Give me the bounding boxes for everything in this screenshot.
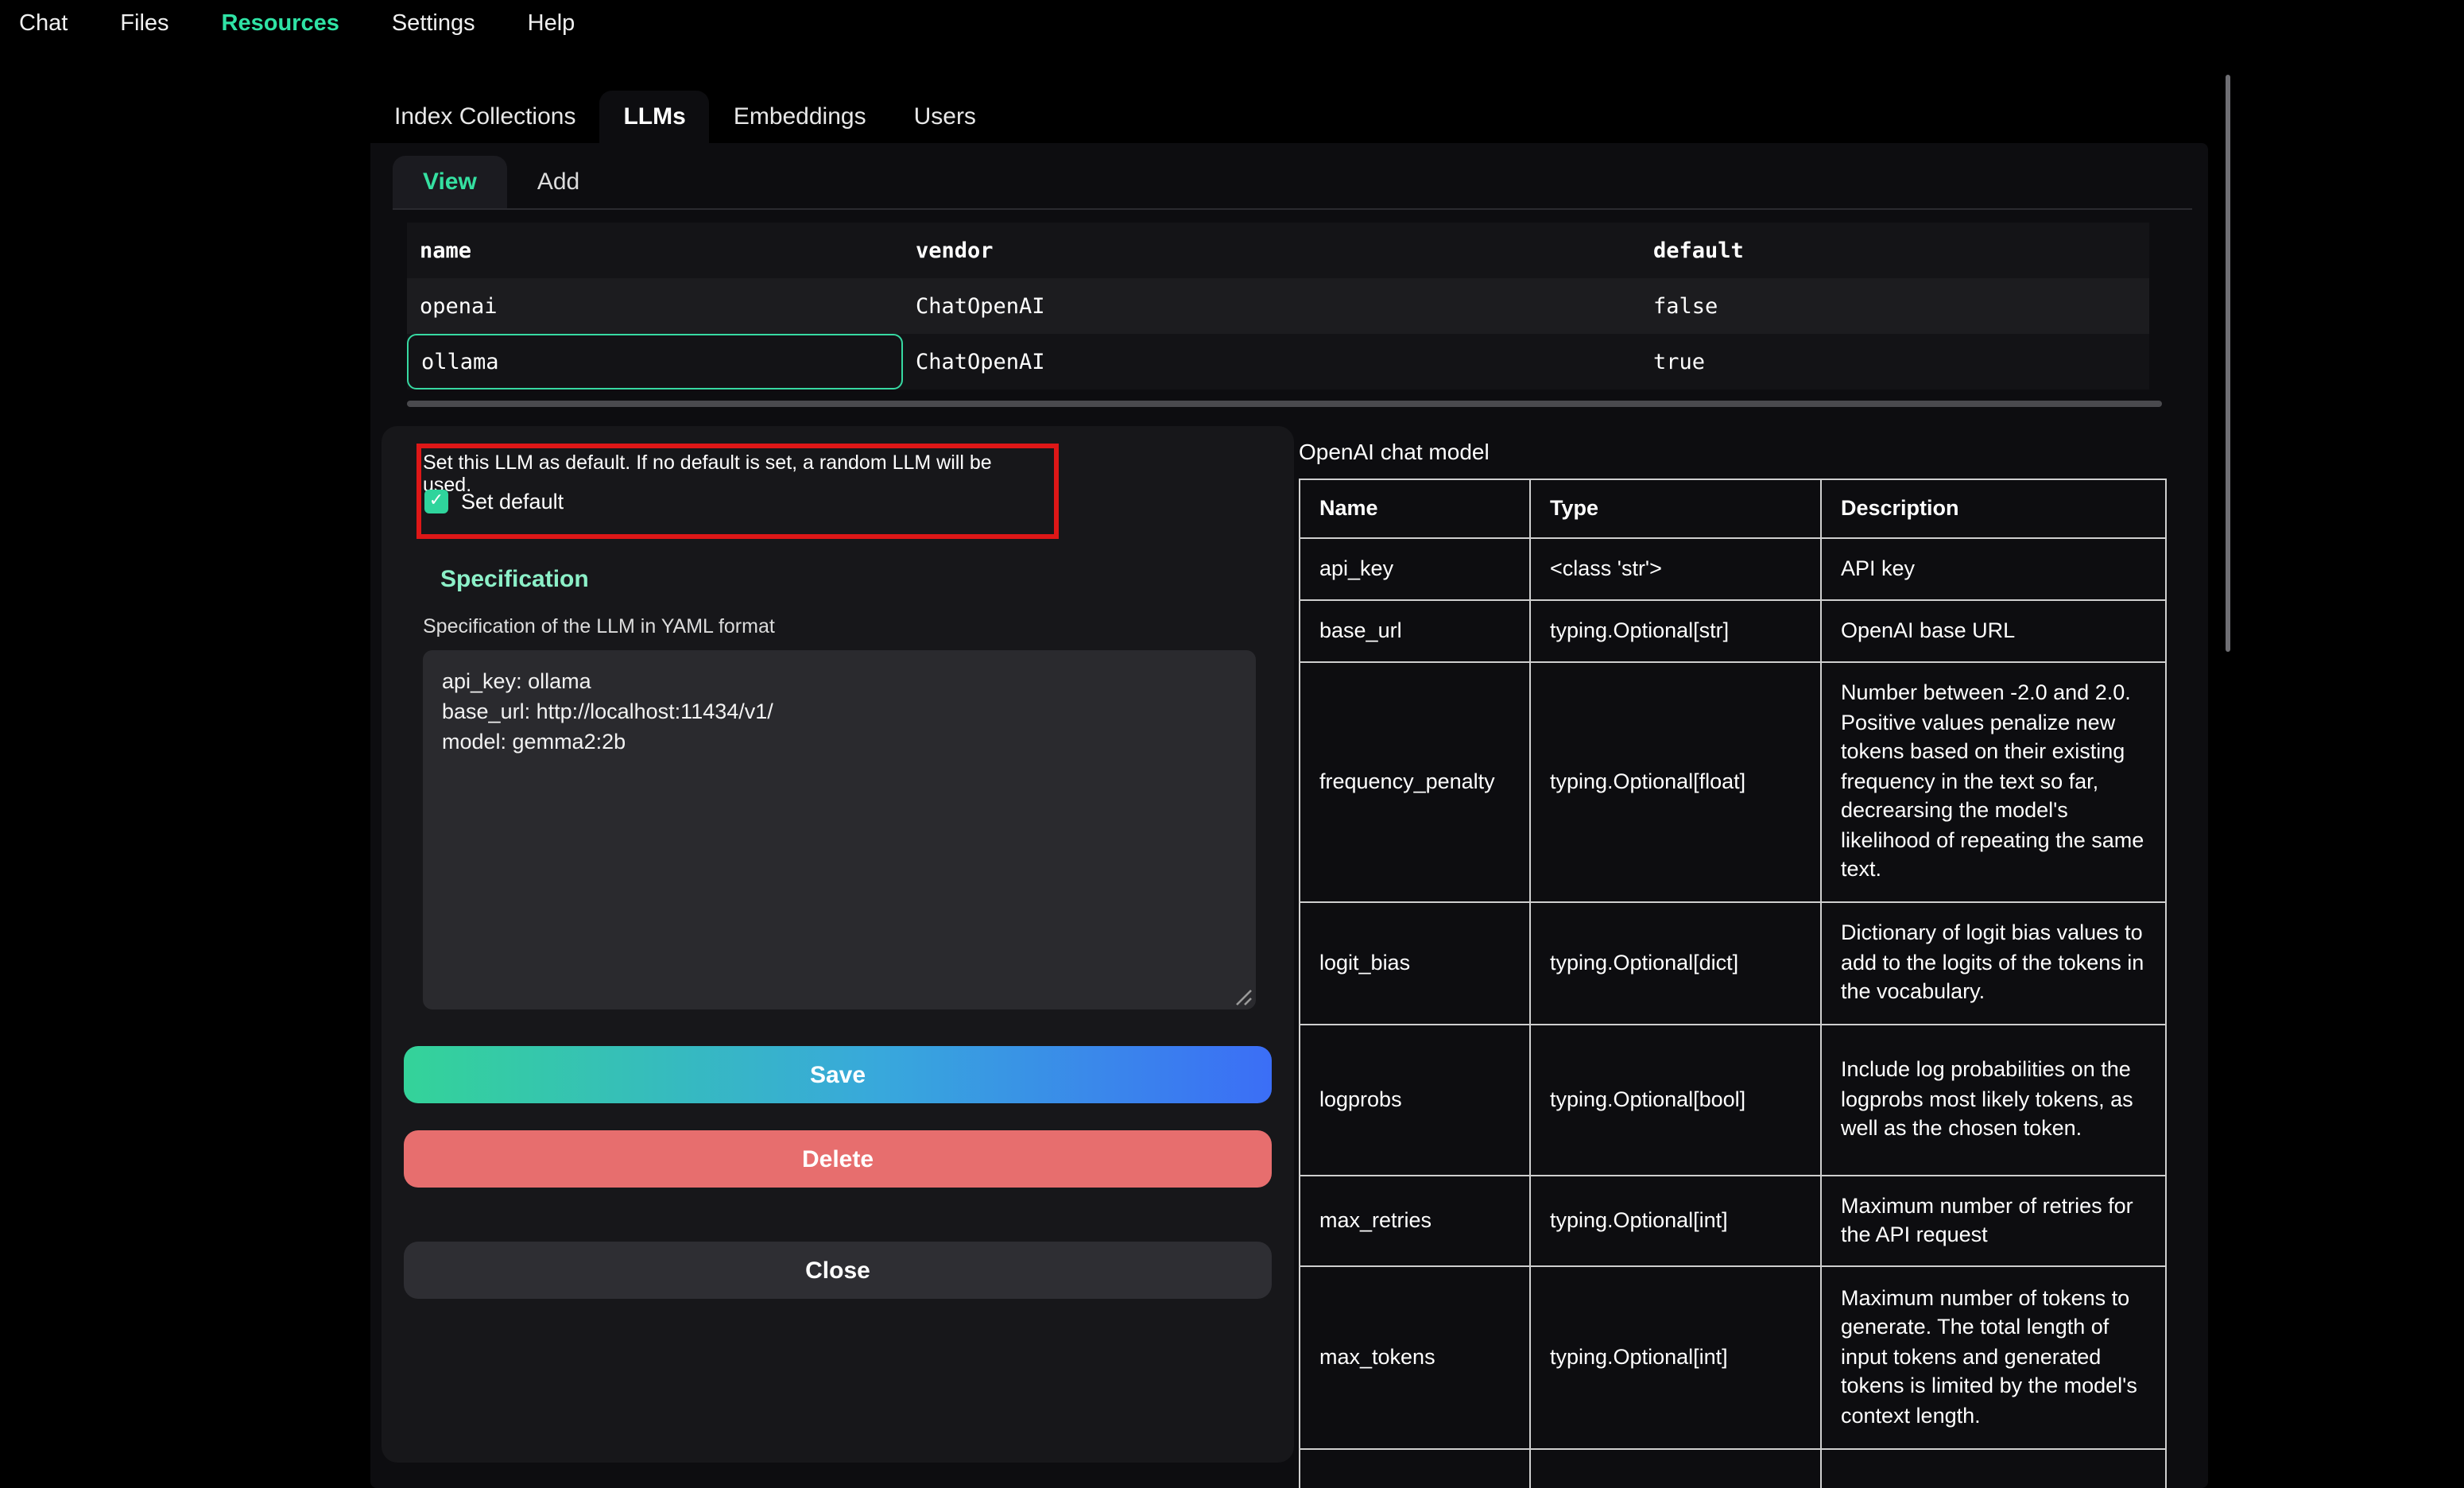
param-name: logit_bias — [1300, 902, 1530, 1025]
param-description: API key — [1821, 538, 2166, 600]
cell-default[interactable]: true — [1641, 334, 2149, 389]
table-horizontal-scrollbar[interactable] — [407, 401, 2162, 407]
column-header-default: default — [1641, 223, 2149, 278]
column-header-type: Type — [1530, 479, 1821, 538]
model-info-title: OpenAI chat model — [1299, 439, 1490, 464]
set-default-checkbox[interactable]: ✓ — [424, 490, 448, 513]
nav-item-help[interactable]: Help — [528, 11, 575, 37]
param-description — [1821, 1449, 2166, 1488]
check-icon: ✓ — [429, 493, 444, 510]
column-header-vendor: vendor — [903, 223, 1641, 278]
param-type — [1530, 1449, 1821, 1488]
column-header-name: Name — [1300, 479, 1530, 538]
column-header-name: name — [407, 223, 903, 278]
table-row: logit_bias typing.Optional[dict] Diction… — [1300, 902, 2166, 1025]
param-name: base_url — [1300, 600, 1530, 662]
specification-yaml-input[interactable]: api_key: ollama base_url: http://localho… — [423, 650, 1256, 1009]
model-table-header-row: Name Type Description — [1300, 479, 2166, 538]
param-name: api_key — [1300, 538, 1530, 600]
tab-llms[interactable]: LLMs — [599, 91, 709, 143]
delete-button[interactable]: Delete — [404, 1130, 1272, 1188]
resources-tab-bar: Index Collections LLMs Embeddings Users — [370, 91, 1000, 143]
subtab-view[interactable]: View — [393, 156, 507, 208]
nav-item-chat[interactable]: Chat — [19, 11, 68, 37]
set-default-label: Set default — [461, 490, 564, 513]
param-type: typing.Optional[dict] — [1530, 902, 1821, 1025]
specification-title: Specification — [440, 566, 589, 593]
param-description: Number between -2.0 and 2.0. Positive va… — [1821, 662, 2166, 902]
param-type: typing.Optional[float] — [1530, 662, 1821, 902]
llm-detail-card: Set this LLM as default. If no default i… — [382, 426, 1294, 1463]
specification-subtitle: Specification of the LLM in YAML format — [423, 615, 775, 637]
llms-subtab-bar: View Add — [393, 156, 610, 208]
model-info-table: Name Type Description api_key <class 'st… — [1299, 479, 2167, 1488]
param-type: typing.Optional[int] — [1530, 1266, 1821, 1449]
set-default-row: ✓ Set default — [424, 490, 564, 513]
tab-index-collections[interactable]: Index Collections — [370, 91, 599, 143]
cell-vendor[interactable]: ChatOpenAI — [903, 334, 1641, 389]
close-button[interactable]: Close — [404, 1242, 1272, 1299]
table-row: api_key <class 'str'> API key — [1300, 538, 2166, 600]
param-name: max_tokens — [1300, 1266, 1530, 1449]
tab-embeddings[interactable]: Embeddings — [710, 91, 890, 143]
llm-table-header-row: name vendor default — [407, 223, 2149, 278]
param-description: Dictionary of logit bias values to add t… — [1821, 902, 2166, 1025]
param-type: typing.Optional[str] — [1530, 600, 1821, 662]
page-scrollbar[interactable] — [2226, 75, 2230, 652]
param-name: logprobs — [1300, 1025, 1530, 1176]
app-window: Chat Files Resources Settings Help Index… — [0, 0, 2464, 1488]
cell-default[interactable]: false — [1641, 278, 2149, 334]
table-row: max_tokens typing.Optional[int] Maximum … — [1300, 1266, 2166, 1449]
llm-list-table: name vendor default openai ChatOpenAI fa… — [407, 223, 2149, 389]
subtab-add[interactable]: Add — [507, 156, 610, 208]
table-row: logprobs typing.Optional[bool] Include l… — [1300, 1025, 2166, 1176]
table-row: base_url typing.Optional[str] OpenAI bas… — [1300, 600, 2166, 662]
table-row: frequency_penalty typing.Optional[float]… — [1300, 662, 2166, 902]
save-button[interactable]: Save — [404, 1046, 1272, 1103]
param-type: <class 'str'> — [1530, 538, 1821, 600]
nav-item-files[interactable]: Files — [120, 11, 169, 37]
table-row — [1300, 1449, 2166, 1488]
param-type: typing.Optional[int] — [1530, 1176, 1821, 1266]
cell-name[interactable]: openai — [407, 278, 903, 334]
param-name: frequency_penalty — [1300, 662, 1530, 902]
param-description: Maximum number of tokens to generate. Th… — [1821, 1266, 2166, 1449]
cell-vendor[interactable]: ChatOpenAI — [903, 278, 1641, 334]
param-description: Maximum number of retries for the API re… — [1821, 1176, 2166, 1266]
param-type: typing.Optional[bool] — [1530, 1025, 1821, 1176]
column-header-description: Description — [1821, 479, 2166, 538]
top-navigation: Chat Files Resources Settings Help — [0, 0, 2464, 48]
subtab-divider — [393, 208, 2192, 210]
param-description: Include log probabilities on the logprob… — [1821, 1025, 2166, 1176]
cell-name-selected[interactable]: ollama — [407, 334, 903, 389]
param-description: OpenAI base URL — [1821, 600, 2166, 662]
param-name — [1300, 1449, 1530, 1488]
table-row: max_retries typing.Optional[int] Maximum… — [1300, 1176, 2166, 1266]
param-name: max_retries — [1300, 1176, 1530, 1266]
nav-item-settings[interactable]: Settings — [392, 11, 475, 37]
resize-handle-icon[interactable] — [1234, 987, 1253, 1006]
tab-users[interactable]: Users — [890, 91, 1000, 143]
table-row-openai[interactable]: openai ChatOpenAI false — [407, 278, 2149, 334]
nav-item-resources[interactable]: Resources — [222, 11, 339, 37]
table-row-ollama[interactable]: ollama ChatOpenAI true — [407, 334, 2149, 389]
